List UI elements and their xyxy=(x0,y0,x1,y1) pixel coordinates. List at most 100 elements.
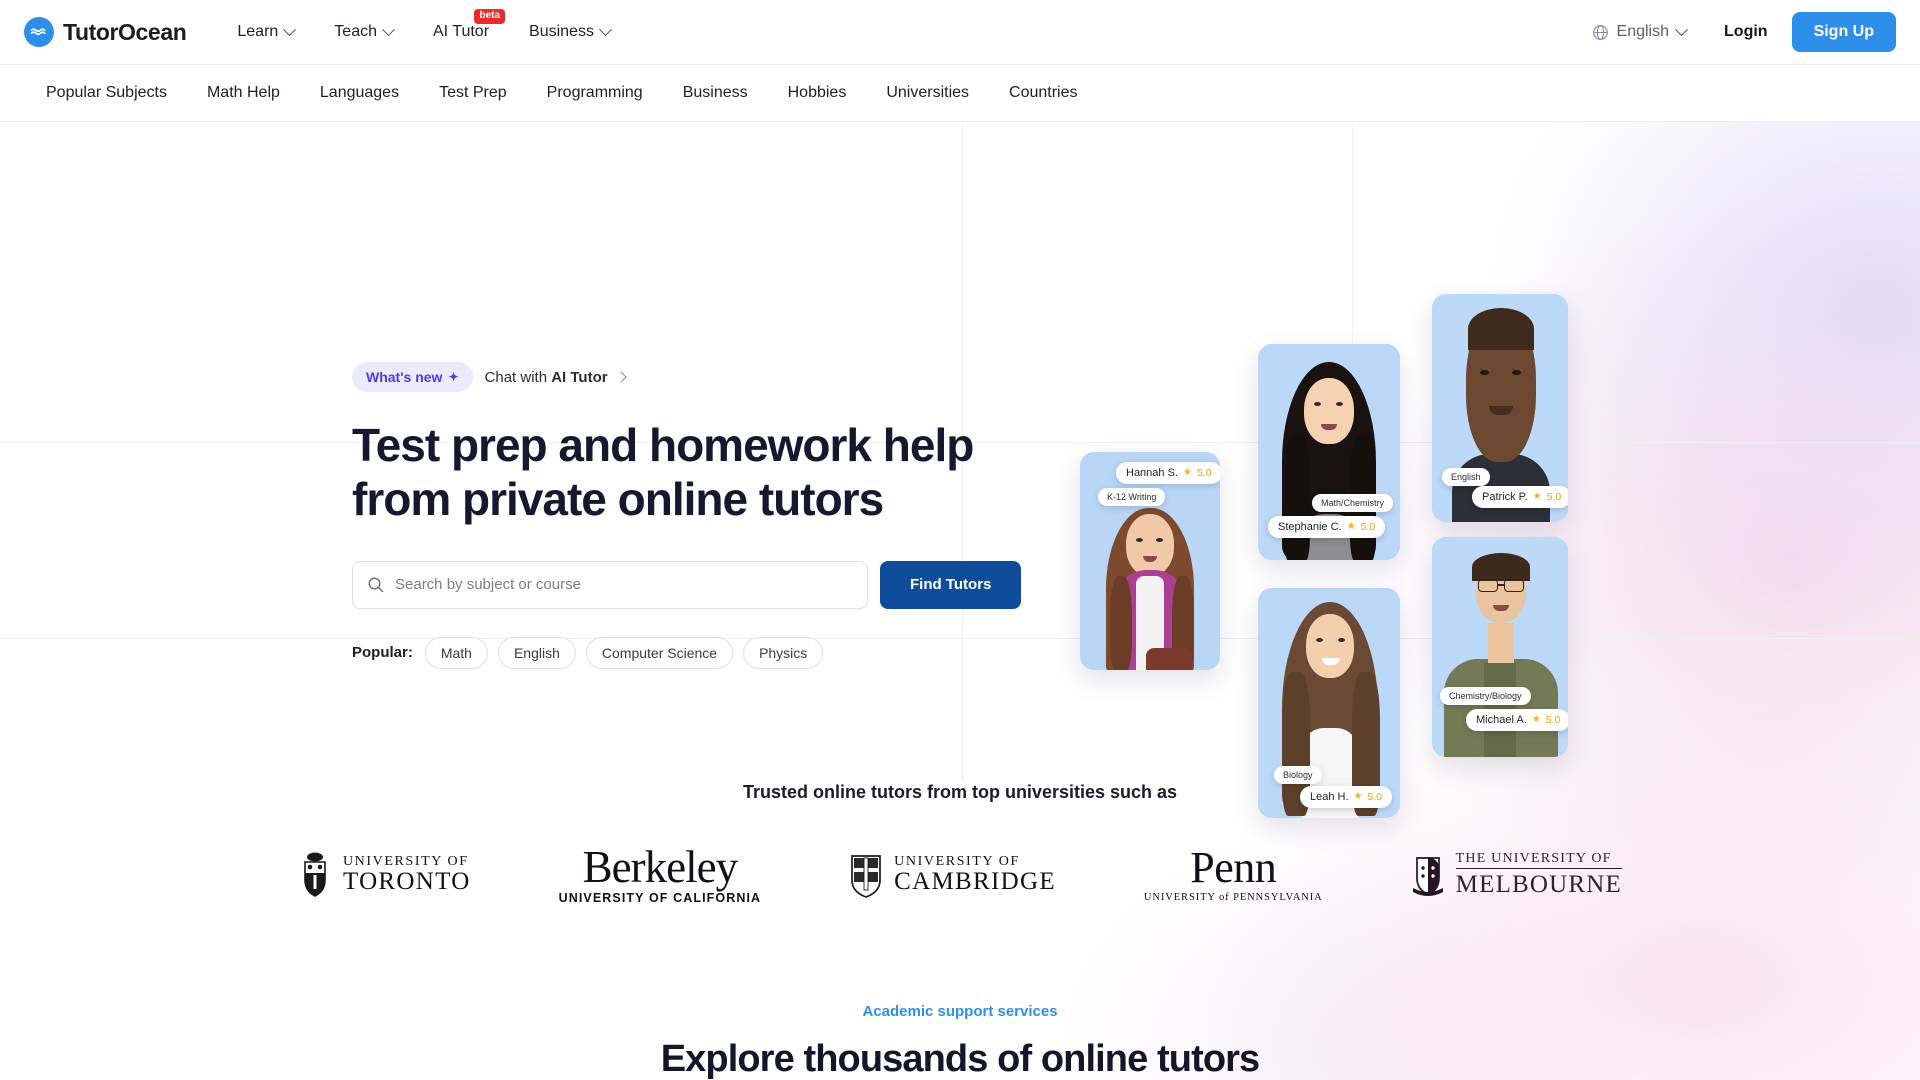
university-logo-cambridge: UNIVERSITY OF CAMBRIDGE xyxy=(849,852,1056,898)
star-icon: ★ xyxy=(1182,467,1192,478)
login-button[interactable]: Login xyxy=(1700,15,1792,49)
popular-tag-computer-science[interactable]: Computer Science xyxy=(585,636,734,669)
signup-button[interactable]: Sign Up xyxy=(1791,12,1896,52)
tutor-name-badge: Michael A. ★ 5.0 xyxy=(1466,709,1568,731)
search-icon xyxy=(368,577,384,593)
tutor-subject-badge: Chemistry/Biology xyxy=(1440,687,1531,705)
universities-title: Trusted online tutors from top universit… xyxy=(742,782,1178,802)
section-title: Explore thousands of online tutors xyxy=(660,1037,1260,1080)
tutor-card-collage: Hannah S. ★ 5.0 K-12 Writing Math/Chemis… xyxy=(1060,272,1680,832)
chat-with-ai-tutor-link[interactable]: Chat with AI Tutor xyxy=(484,368,627,386)
tutor-card-michael[interactable]: Chemistry/Biology Michael A. ★ 5.0 xyxy=(1432,537,1568,757)
sparkle-icon: ✦ xyxy=(448,370,459,384)
logo-line-1: Penn xyxy=(1190,843,1277,892)
university-logo-berkeley: Berkeley UNIVERSITY OF CALIFORNIA xyxy=(559,845,762,905)
nav-item-teach[interactable]: Teach xyxy=(314,15,413,49)
popular-tags-row: Popular: Math English Computer Science P… xyxy=(352,636,1052,669)
tutor-subject-badge: English xyxy=(1442,468,1490,486)
main-nav: Learn Teach AI Tutor beta Business xyxy=(217,9,630,49)
brand-name: TutorOcean xyxy=(63,18,187,45)
logo-line-1: UNIVERSITY OF xyxy=(894,854,1020,870)
chevron-down-icon xyxy=(283,22,297,36)
hero-search-row: Find Tutors xyxy=(352,560,1052,609)
chevron-right-icon xyxy=(614,371,627,383)
star-icon: ★ xyxy=(1532,491,1542,502)
tutor-card-patrick[interactable]: English Patrick P. ★ 5.0 xyxy=(1432,294,1568,522)
chevron-down-icon xyxy=(1675,22,1688,36)
beta-badge: beta xyxy=(474,9,506,24)
subnav-item-business[interactable]: Business xyxy=(663,76,768,110)
subnav-item-countries[interactable]: Countries xyxy=(989,76,1097,110)
tutor-subject-badge: Math/Chemistry xyxy=(1312,494,1394,512)
tutor-card-stephanie[interactable]: Math/Chemistry Stephanie C. ★ 5.0 xyxy=(1258,344,1400,560)
whats-new-label: What's new xyxy=(366,369,443,385)
star-icon: ★ xyxy=(1346,521,1356,532)
cambridge-crest-icon xyxy=(851,854,882,898)
hero-content: What's new ✦ Chat with AI Tutor Test pre… xyxy=(352,122,1052,669)
subnav-item-test-prep[interactable]: Test Prep xyxy=(419,76,527,110)
language-label: English xyxy=(1616,23,1670,40)
subnav-item-popular-subjects[interactable]: Popular Subjects xyxy=(26,76,187,110)
subnav-item-programming[interactable]: Programming xyxy=(527,76,663,110)
popular-tag-math[interactable]: Math xyxy=(424,636,488,669)
chat-link-text: Chat with AI Tutor xyxy=(484,368,608,386)
tutor-name-badge: Patrick P. ★ 5.0 xyxy=(1472,486,1568,508)
nav-label: Learn xyxy=(237,23,279,40)
university-logo-melbourne: THE UNIVERSITY OF MELBOURNE xyxy=(1411,852,1623,899)
star-icon: ★ xyxy=(1531,714,1541,725)
category-subnav: Popular Subjects Math Help Languages Tes… xyxy=(0,64,1920,122)
popular-label: Popular: xyxy=(352,644,413,662)
logo-line-1: Berkeley xyxy=(582,842,738,892)
header-actions: English Login Sign Up xyxy=(1578,12,1896,52)
toronto-crest-icon xyxy=(304,852,326,897)
tutor-name: Stephanie C. xyxy=(1278,521,1342,533)
tutor-rating: 5.0 xyxy=(1196,467,1212,479)
popular-tag-english[interactable]: English xyxy=(497,636,576,669)
nav-label: Business xyxy=(529,23,594,40)
whats-new-row: What's new ✦ Chat with AI Tutor xyxy=(352,362,1052,392)
chevron-down-icon xyxy=(382,22,395,36)
subnav-item-hobbies[interactable]: Hobbies xyxy=(768,76,867,110)
hero-title: Test prep and homework help from private… xyxy=(352,419,974,525)
subnav-item-math-help[interactable]: Math Help xyxy=(187,76,300,110)
universities-section: Trusted online tutors from top universit… xyxy=(0,782,1920,905)
tutor-rating: 5.0 xyxy=(1360,521,1376,533)
subnav-item-languages[interactable]: Languages xyxy=(300,76,419,110)
logo-line-2: CAMBRIDGE xyxy=(894,868,1056,896)
nav-item-business[interactable]: Business xyxy=(509,15,630,49)
search-box[interactable] xyxy=(352,560,868,609)
tutor-photo xyxy=(1080,452,1220,670)
page-root: TutorOcean Learn Teach AI Tutor beta Bus… xyxy=(0,0,1920,1080)
whats-new-badge[interactable]: What's new ✦ xyxy=(352,362,473,392)
nav-label: Teach xyxy=(334,23,377,40)
logo-line-2: TORONTO xyxy=(342,868,471,896)
brand-logo[interactable]: TutorOcean xyxy=(24,17,187,47)
tutor-card-hannah[interactable]: Hannah S. ★ 5.0 K-12 Writing xyxy=(1080,452,1220,670)
find-tutors-button[interactable]: Find Tutors xyxy=(880,560,1022,609)
university-logo-row: UNIVERSITY OF TORONTO Berkeley UNIVERSIT… xyxy=(0,845,1920,905)
section-eyebrow: Academic support services xyxy=(862,1002,1058,1020)
search-input[interactable] xyxy=(395,576,853,594)
chevron-down-icon xyxy=(599,22,612,36)
explore-section: Academic support services Explore thousa… xyxy=(0,1003,1920,1080)
subnav-item-universities[interactable]: Universities xyxy=(866,76,989,110)
melbourne-crest-icon xyxy=(1412,856,1443,896)
popular-tag-physics[interactable]: Physics xyxy=(743,636,824,669)
logo-line-1: THE UNIVERSITY OF xyxy=(1455,852,1623,870)
tutor-name-badge: Stephanie C. ★ 5.0 xyxy=(1268,516,1386,538)
nav-item-ai-tutor[interactable]: AI Tutor beta xyxy=(413,9,509,49)
tutor-name: Hannah S. xyxy=(1126,467,1178,479)
nav-item-learn[interactable]: Learn xyxy=(217,15,314,49)
top-header: TutorOcean Learn Teach AI Tutor beta Bus… xyxy=(0,0,1920,64)
hero-section: What's new ✦ Chat with AI Tutor Test pre… xyxy=(0,122,1920,818)
logo-line-2: MELBOURNE xyxy=(1455,871,1623,899)
university-logo-toronto: UNIVERSITY OF TORONTO xyxy=(298,852,471,898)
tutor-rating: 5.0 xyxy=(1546,491,1562,503)
language-selector[interactable]: English xyxy=(1578,15,1700,49)
tutor-name-badge: Hannah S. ★ 5.0 xyxy=(1116,462,1220,484)
logo-line-2: UNIVERSITY OF CALIFORNIA xyxy=(558,891,762,905)
tutor-name: Patrick P. xyxy=(1482,491,1528,503)
ocean-wave-icon xyxy=(24,17,54,47)
logo-line-1: UNIVERSITY OF xyxy=(342,854,469,870)
tutor-rating: 5.0 xyxy=(1545,714,1561,726)
